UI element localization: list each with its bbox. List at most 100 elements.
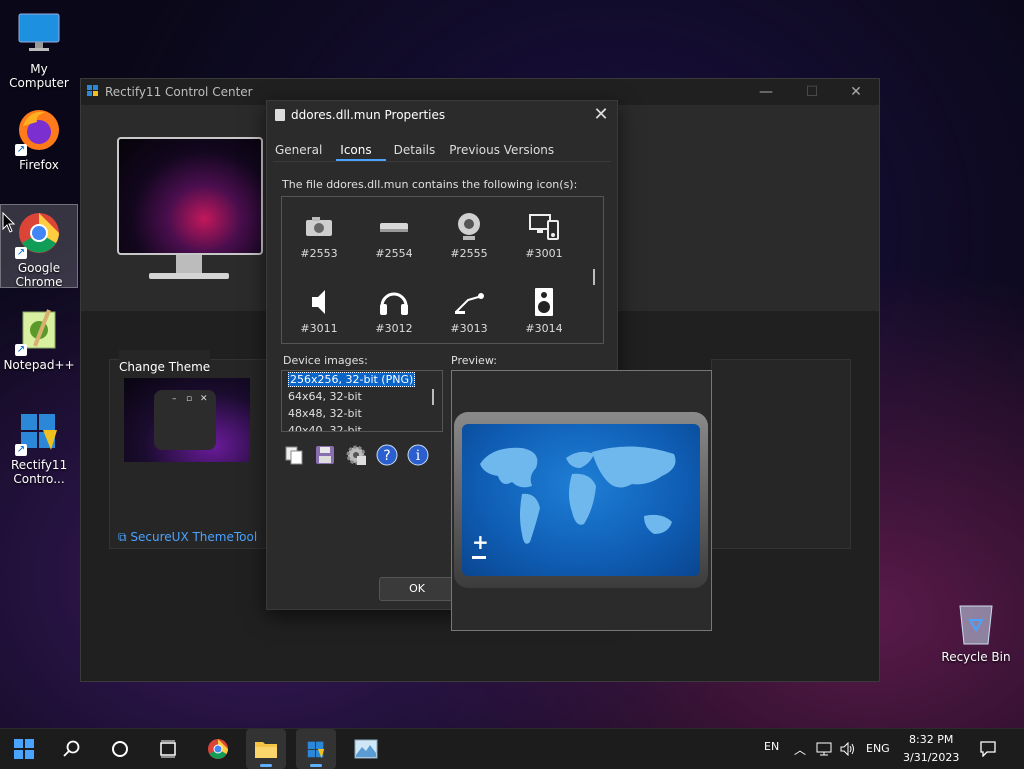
copy-icon — [285, 446, 303, 465]
taskbar-file-explorer[interactable] — [246, 729, 286, 769]
speaker-icon — [302, 286, 336, 318]
taskbar-resource-viewer[interactable] — [346, 729, 386, 769]
icon-item-3011[interactable]: #3011 — [284, 286, 354, 335]
dialog-title: ddores.dll.mun Properties — [291, 108, 446, 122]
icon-item-3014[interactable]: #3014 — [509, 286, 579, 335]
desktop-icon-label: Rectify11 Contro... — [11, 458, 68, 486]
camera-icon — [302, 211, 336, 243]
icon-item-2553[interactable]: #2553 — [284, 211, 354, 260]
task-view-button[interactable] — [148, 729, 188, 769]
icon-item-label: #3001 — [525, 247, 563, 260]
file-icon — [275, 109, 285, 121]
show-hidden-icons-button[interactable]: ︿ — [788, 729, 812, 769]
icon-item-2555[interactable]: #2555 — [434, 211, 504, 260]
network-icon — [816, 742, 832, 756]
device-image-item[interactable]: 48x48, 32-bit — [282, 405, 442, 422]
minimize-button[interactable]: — — [743, 79, 789, 105]
help-button[interactable]: ? — [376, 444, 398, 466]
desktop-icon-my-computer[interactable]: My Computer — [1, 10, 77, 90]
devices-icon — [527, 211, 561, 243]
folder-icon — [255, 742, 277, 758]
device-images-label: Device images: — [283, 354, 368, 367]
notification-icon — [980, 741, 996, 757]
world-map-icon — [480, 446, 676, 544]
icon-preview-pane: + — [451, 370, 712, 631]
clock-date[interactable]: 3/31/2023 — [903, 751, 959, 764]
desktop-icon-label: Google Chrome — [15, 261, 63, 289]
icon-toolbar: ? i — [283, 444, 429, 466]
close-button[interactable]: ✕ — [833, 79, 879, 105]
desktop-icon-recycle-bin[interactable]: Recycle Bin — [940, 600, 1012, 664]
headphones-icon — [377, 286, 411, 318]
device-image-item[interactable]: 256x256, 32-bit (PNG) — [282, 371, 442, 388]
dialog-close-button[interactable]: ✕ — [589, 103, 613, 127]
start-button[interactable] — [4, 729, 44, 769]
recycle-bin-icon — [956, 600, 996, 646]
icon-item-3013[interactable]: #3013 — [434, 286, 504, 335]
icon-grid-scrollbar[interactable] — [593, 269, 595, 285]
shortcut-arrow-icon: ↗ — [15, 247, 27, 259]
taskbar-rectify11[interactable] — [296, 729, 336, 769]
taskbar: EN ︿ ENG 8:32 PM 3/31/2023 — [0, 728, 1024, 769]
device-image-item[interactable]: 40x40, 32-bit — [282, 422, 442, 431]
dialog-titlebar[interactable]: ddores.dll.mun Properties — [267, 101, 617, 129]
rectify11-icon — [307, 741, 325, 759]
copy-button[interactable] — [283, 444, 305, 466]
maximize-button[interactable]: ☐ — [789, 79, 835, 105]
tab-icons[interactable]: Icons — [336, 141, 386, 161]
desktop-icon-label: Firefox — [19, 158, 59, 172]
zoom-out-icon — [472, 556, 486, 559]
svg-text:?: ? — [383, 448, 390, 464]
settings-button[interactable] — [345, 444, 367, 466]
desktop-icon-label: My Computer — [9, 62, 69, 90]
question-icon: ? — [376, 444, 398, 466]
save-button[interactable] — [314, 444, 336, 466]
ok-button[interactable]: OK — [379, 577, 455, 601]
notification-button[interactable] — [968, 729, 1008, 769]
cortana-button[interactable] — [100, 729, 140, 769]
device-list-scrollbar[interactable] — [432, 389, 434, 405]
icon-item-label: #2554 — [375, 247, 413, 260]
icon-item-3001[interactable]: #3001 — [509, 211, 579, 260]
info-button[interactable]: i — [407, 444, 429, 466]
device-images-list[interactable]: 256x256, 32-bit (PNG) 64x64, 32-bit 48x4… — [281, 370, 443, 432]
webcam-icon — [452, 211, 486, 243]
icon-item-label: #3014 — [525, 322, 563, 335]
desktop-icon-notepad-plus-plus[interactable]: ↗ Notepad++ — [1, 306, 77, 372]
rectify11-app-icon — [87, 84, 99, 100]
input-indicator[interactable]: EN — [764, 740, 779, 753]
desktop-icon-rectify11[interactable]: ↗ Rectify11 Contro... — [1, 406, 77, 486]
chevron-up-icon: ︿ — [793, 742, 806, 757]
image-viewer-icon — [354, 739, 378, 759]
taskbar-chrome[interactable] — [198, 729, 238, 769]
icon-item-label: #2553 — [300, 247, 338, 260]
icon-grid[interactable]: #2553 #2554 #2555 #3001 #3011 #3012 #301… — [281, 196, 604, 344]
device-map-icon: + — [454, 412, 708, 588]
desktop-icon-firefox[interactable]: ↗ Firefox — [1, 106, 77, 172]
tab-previous-versions[interactable]: Previous Versions — [449, 141, 554, 161]
volume-button[interactable] — [836, 729, 860, 769]
icon-item-label: #3013 — [450, 322, 488, 335]
loudspeaker-icon — [527, 286, 561, 318]
circle-icon — [112, 741, 128, 757]
icon-item-2554[interactable]: #2554 — [359, 211, 429, 260]
icon-item-3012[interactable]: #3012 — [359, 286, 429, 335]
language-indicator[interactable]: ENG — [866, 742, 890, 755]
secureux-link-label: SecureUX ThemeTool — [130, 530, 258, 544]
change-theme-card[interactable]: Change Theme – ▫ ✕ ⧉ SecureUX ThemeTool — [109, 350, 271, 549]
scanner-icon — [377, 211, 411, 243]
tab-details[interactable]: Details — [394, 141, 436, 161]
microphone-icon — [452, 286, 486, 318]
secureux-themetool-link[interactable]: ⧉ SecureUX ThemeTool — [118, 530, 257, 545]
search-button[interactable] — [52, 729, 92, 769]
tab-general[interactable]: General — [275, 141, 322, 161]
network-button[interactable] — [812, 729, 836, 769]
search-icon — [63, 740, 80, 757]
maximize-icon: ☐ — [805, 84, 819, 100]
svg-text:i: i — [416, 448, 421, 464]
chrome-icon: ↗ — [15, 209, 63, 259]
device-image-item[interactable]: 64x64, 32-bit — [282, 388, 442, 405]
task-view-icon — [160, 740, 176, 758]
rectify11-icon: ↗ — [15, 406, 63, 456]
clock-time[interactable]: 8:32 PM — [909, 733, 953, 746]
